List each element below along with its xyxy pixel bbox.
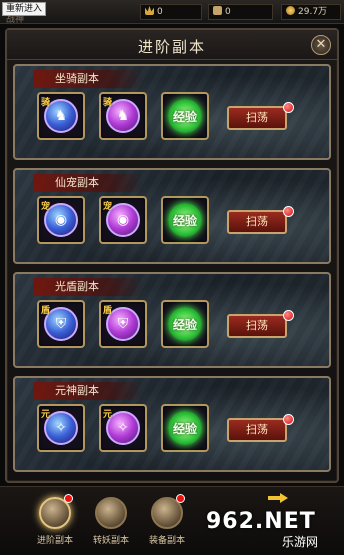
- sweep-button[interactable]: 扫荡: [227, 106, 287, 130]
- exp-label: 经验: [172, 422, 197, 436]
- orb-glyph: ⛨: [117, 316, 129, 332]
- orb-glyph: ◉: [54, 212, 68, 228]
- slot-tag: 骑: [103, 98, 113, 108]
- orb-glyph: ♞: [116, 108, 130, 124]
- notification-dot: [283, 102, 294, 113]
- exp-reward-slot[interactable]: 经验: [161, 92, 209, 140]
- close-icon[interactable]: ✕: [311, 35, 331, 55]
- exp-label: 经验: [172, 110, 197, 124]
- slot-tag: 宠: [41, 202, 51, 212]
- reward-slot-purple[interactable]: 元 ✧: [99, 404, 147, 452]
- resource-coin: 29.7万: [281, 4, 341, 20]
- reward-slot-blue[interactable]: 元 ✧: [37, 404, 85, 452]
- coin-icon: [286, 6, 295, 15]
- dungeon-title: 坐骑副本: [33, 70, 143, 88]
- reenter-button[interactable]: 重新进入: [2, 2, 46, 16]
- exp-reward-slot[interactable]: 经验: [161, 404, 209, 452]
- top-resource-bar: 战神 重新进入 0 0 29.7万: [0, 0, 344, 25]
- tab-label: 转妖副本: [92, 536, 129, 546]
- tab-transform-dungeon[interactable]: 转妖副本: [86, 497, 136, 552]
- resource-crown: 0: [140, 4, 202, 20]
- notification-dot: [283, 310, 294, 321]
- notification-dot: [283, 414, 294, 425]
- sweep-button[interactable]: 扫荡: [227, 314, 287, 338]
- reward-slot-blue[interactable]: 宠 ◉: [37, 196, 85, 244]
- exp-reward-slot[interactable]: 经验: [161, 300, 209, 348]
- reward-slot-purple[interactable]: 宠 ◉: [99, 196, 147, 244]
- slot-tag: 盾: [103, 306, 113, 316]
- tab-badge-dot: [176, 494, 185, 503]
- window-title: 进阶副本: [137, 38, 206, 56]
- watermark-sub: 乐游网: [282, 535, 319, 549]
- orb-glyph: ♞: [54, 108, 68, 124]
- exp-orb-icon: 经验: [168, 307, 202, 341]
- sweep-button[interactable]: 扫荡: [227, 210, 287, 234]
- slot-tag: 宠: [103, 202, 113, 212]
- orb-glyph: ✧: [55, 420, 67, 436]
- exp-reward-slot[interactable]: 经验: [161, 196, 209, 244]
- crown-icon: [145, 6, 154, 15]
- dungeon-title: 元神副本: [33, 382, 143, 400]
- tab-equipment-dungeon[interactable]: 装备副本: [142, 494, 192, 552]
- tab-advanced-dungeon[interactable]: 进阶副本: [30, 494, 80, 552]
- exp-label: 经验: [172, 318, 197, 332]
- tab-badge-dot: [64, 494, 73, 503]
- resource-gem: 0: [208, 4, 273, 20]
- sweep-button[interactable]: 扫荡: [227, 418, 287, 442]
- dungeon-title: 光盾副本: [33, 278, 143, 296]
- dungeon-panel-spirit: 元神副本 元 ✧ 元 ✧ 经验 扫荡: [13, 376, 331, 472]
- dungeon-title: 仙宠副本: [33, 174, 143, 192]
- reward-slot-purple[interactable]: 盾 ⛨: [99, 300, 147, 348]
- resource-gem-value: 0: [225, 7, 231, 17]
- resource-coin-value: 29.7万: [298, 7, 328, 17]
- watermark-logo: 962.NET: [206, 509, 316, 534]
- orb-glyph: ◉: [116, 212, 130, 228]
- exp-orb-icon: 经验: [168, 99, 202, 133]
- dungeon-panel-shield: 光盾副本 盾 ⛨ 盾 ⛨ 经验 扫荡: [13, 272, 331, 368]
- reward-slot-purple[interactable]: 骑 ♞: [99, 92, 147, 140]
- dungeon-panel-mount: 坐骑副本 骑 ♞ 骑 ♞ 经验 扫荡: [13, 64, 331, 160]
- reward-slot-blue[interactable]: 骑 ♞: [37, 92, 85, 140]
- exp-orb-icon: 经验: [168, 411, 202, 445]
- dungeon-panel-pet: 仙宠副本 宠 ◉ 宠 ◉ 经验 扫荡: [13, 168, 331, 264]
- bottom-tab-bar: 进阶副本 转妖副本 装备副本 962.NET 乐游网: [0, 486, 344, 555]
- orb-glyph: ✧: [117, 420, 129, 436]
- tab-label: 进阶副本: [36, 536, 73, 546]
- resource-crown-value: 0: [157, 7, 163, 17]
- window-title-bar: 进阶副本 ✕: [7, 30, 337, 60]
- slot-tag: 元: [103, 410, 113, 420]
- tab-label: 装备副本: [148, 536, 185, 546]
- exp-orb-icon: 经验: [168, 203, 202, 237]
- dungeon-tab-icon: [95, 497, 127, 529]
- orb-glyph: ⛨: [55, 316, 67, 332]
- gem-icon: [213, 6, 222, 15]
- slot-tag: 元: [41, 410, 51, 420]
- arrow-right-icon[interactable]: [268, 493, 288, 503]
- notification-dot: [283, 206, 294, 217]
- slot-tag: 盾: [41, 306, 51, 316]
- slot-tag: 骑: [41, 98, 51, 108]
- reward-slot-blue[interactable]: 盾 ⛨: [37, 300, 85, 348]
- exp-label: 经验: [172, 214, 197, 228]
- advanced-dungeon-window: 进阶副本 ✕ 坐骑副本 骑 ♞ 骑 ♞ 经验 扫荡 仙宠副本 宠 ◉ 宠 ◉ 经…: [5, 28, 339, 483]
